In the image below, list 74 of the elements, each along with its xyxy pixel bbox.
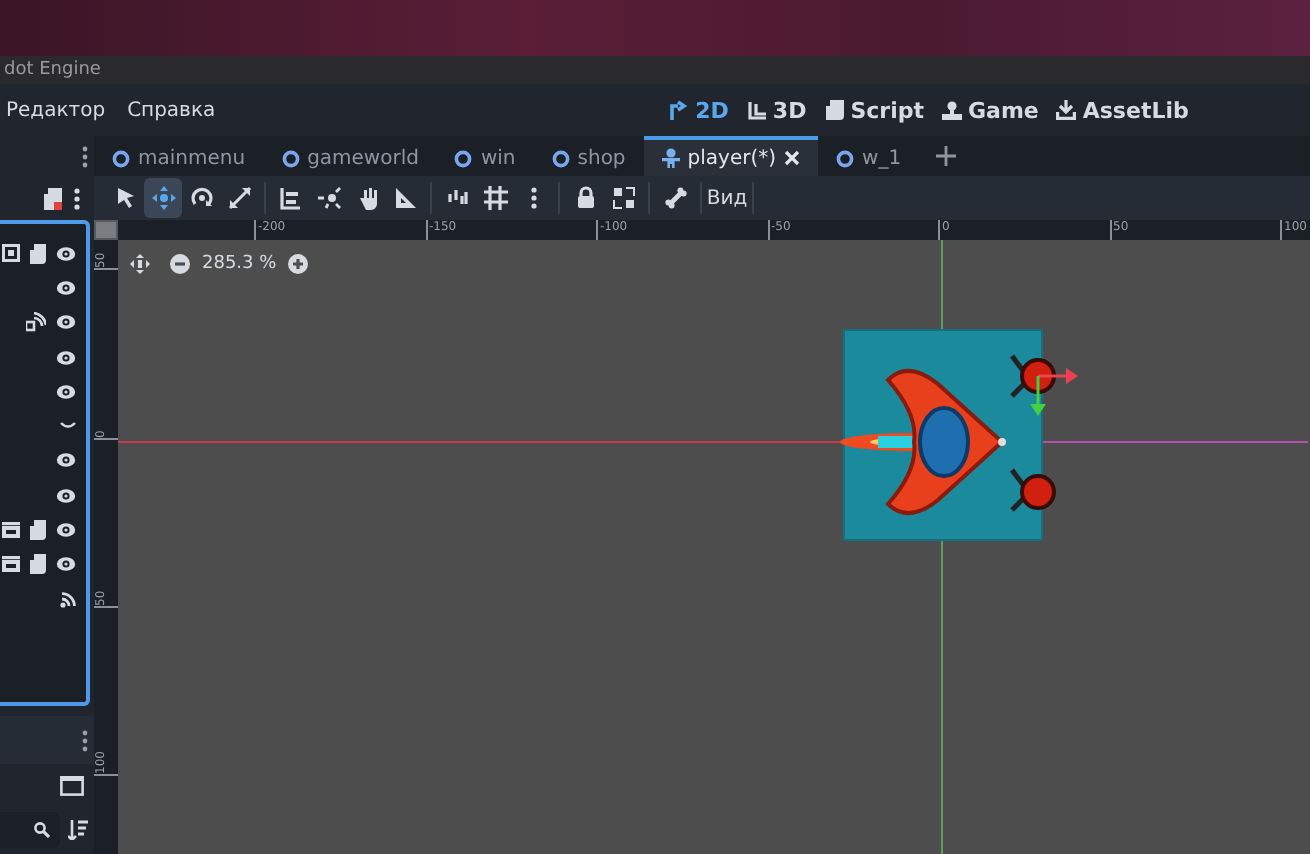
eye-icon[interactable]	[56, 487, 76, 504]
eye-icon[interactable]	[56, 245, 76, 262]
zoom-out-button[interactable]	[170, 254, 190, 274]
scene-tab[interactable]: gameworld	[263, 136, 437, 176]
minus-icon	[170, 254, 190, 274]
eye-icon[interactable]	[56, 314, 76, 331]
scale-icon	[227, 186, 251, 210]
eye-icon[interactable]	[56, 279, 76, 296]
scene-tab[interactable]: win	[436, 136, 534, 176]
workspace-tab[interactable]: Script	[824, 97, 924, 123]
more-icon[interactable]	[74, 187, 80, 209]
hand-icon	[355, 186, 379, 210]
eye-icon[interactable]	[56, 522, 76, 539]
add-icon[interactable]	[935, 146, 956, 166]
menu-item[interactable]: Справка	[121, 99, 224, 121]
group-icon	[611, 186, 635, 210]
ruler-icon	[393, 186, 417, 210]
more-icon[interactable]	[82, 729, 88, 751]
window-title: dot Engine	[4, 60, 101, 80]
grid-icon	[483, 186, 507, 210]
eye-icon[interactable]	[56, 383, 76, 400]
eye-icon[interactable]	[56, 452, 76, 469]
script-icon	[824, 100, 845, 120]
more-icon[interactable]	[82, 145, 88, 167]
zoom-level[interactable]: 285.3 %	[202, 254, 277, 274]
workspace-tab[interactable]: Game	[942, 97, 1039, 123]
ring-icon	[551, 149, 570, 167]
tool-button[interactable]	[144, 178, 182, 218]
scene-tab[interactable]: mainmenu	[94, 136, 264, 176]
plus-icon	[288, 254, 309, 274]
move-icon	[151, 186, 175, 210]
search-icon	[34, 822, 50, 838]
workspace-tab[interactable]: 2D	[669, 97, 729, 123]
eye-icon[interactable]	[56, 349, 76, 366]
zoom-in-button[interactable]	[288, 254, 309, 274]
workspace-tab[interactable]: 3D	[746, 97, 807, 123]
script-icon[interactable]	[42, 187, 62, 209]
script-icon[interactable]	[30, 520, 46, 541]
ring-icon	[454, 149, 473, 167]
list-icon	[279, 186, 303, 210]
character-icon	[661, 148, 680, 168]
scene-tab[interactable]: shop	[533, 136, 644, 176]
pointer-icon	[113, 186, 137, 210]
menu-item[interactable]: Редактор	[0, 99, 114, 121]
axes-icon	[746, 100, 767, 120]
script-icon[interactable]	[30, 554, 46, 575]
scene-tab[interactable]: player(*)	[643, 136, 819, 176]
canvas-viewport[interactable]: 285.3 %	[118, 240, 1310, 854]
eye-icon[interactable]	[56, 556, 76, 573]
closed-eye-icon[interactable]	[60, 422, 76, 431]
player-sprite-drawing[interactable]	[840, 329, 1078, 541]
rotate-icon	[189, 186, 213, 210]
close-icon[interactable]	[784, 150, 801, 166]
pivot-icon	[317, 186, 341, 210]
ring-icon	[281, 149, 300, 167]
clapper-icon[interactable]	[2, 522, 20, 539]
workspace-tab[interactable]: AssetLib	[1056, 97, 1189, 123]
ring-icon	[836, 149, 855, 167]
download-icon	[1056, 100, 1077, 120]
lock-icon	[573, 186, 597, 210]
ring-icon	[112, 149, 130, 167]
joystick-icon	[942, 100, 962, 120]
group-icon[interactable]	[2, 244, 20, 263]
bone-icon	[663, 186, 687, 210]
search-field[interactable]	[0, 812, 60, 848]
window-icon[interactable]	[60, 776, 84, 796]
view-menu[interactable]: Вид	[708, 178, 746, 218]
center-view-icon[interactable]	[130, 254, 150, 274]
sort-icon[interactable]	[68, 820, 88, 840]
script-icon[interactable]	[30, 243, 46, 264]
signal-icon[interactable]	[60, 591, 76, 608]
scene-tab[interactable]: w_1	[818, 136, 920, 176]
clapper-icon[interactable]	[2, 556, 20, 573]
signal-icon[interactable]	[26, 312, 46, 333]
